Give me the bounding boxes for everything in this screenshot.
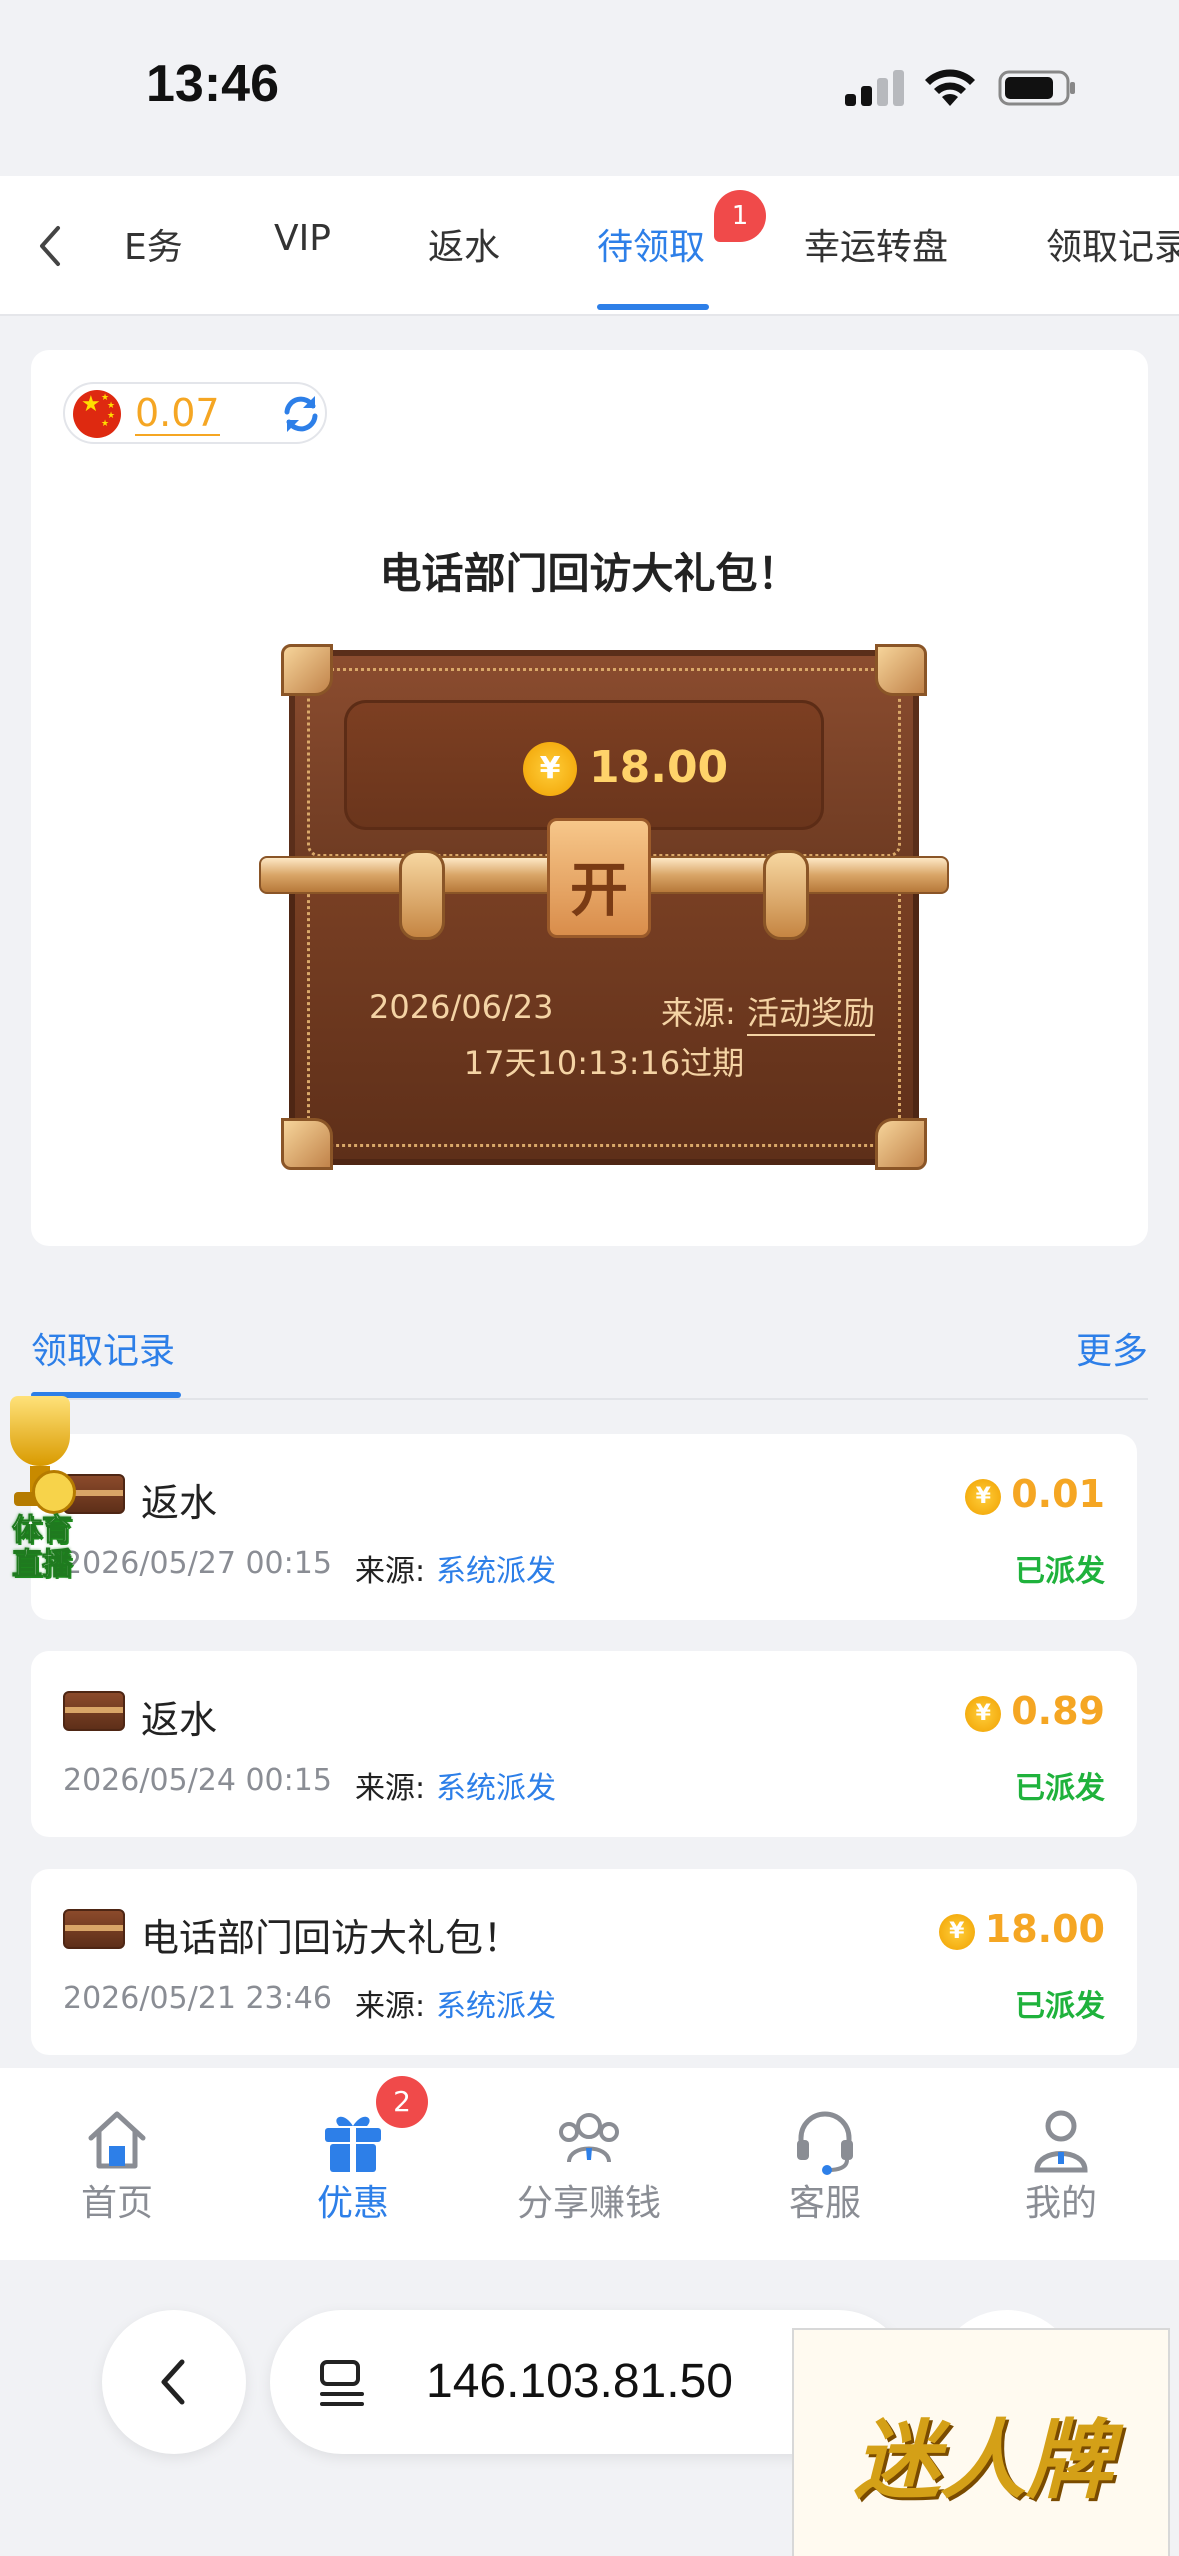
- treasure-chest[interactable]: ¥ 18.00 开 2026/06/23 来源: 活动奖励 17天10:13:1…: [259, 644, 949, 1170]
- record-status: 已派发: [1015, 1989, 1105, 2024]
- battery-icon: [998, 70, 1075, 106]
- home-icon: [88, 2111, 146, 2169]
- record-item[interactable]: 返水 ¥0.89 2026/05/24 00:15 来源: 系统派发 已派发: [31, 1651, 1137, 1837]
- url-text: 146.103.81.50: [426, 2355, 733, 2408]
- record-amount: ¥18.00: [938, 1907, 1105, 1951]
- chest-icon: [63, 1909, 125, 1949]
- tab-pending-badge: 1: [714, 190, 766, 242]
- status-bar: 13:46: [0, 0, 1179, 176]
- record-item[interactable]: 返水 ¥0.01 2026/05/27 00:15 来源: 系统派发 已派发: [31, 1434, 1137, 1620]
- chest-latch-right: [763, 850, 809, 940]
- gift-title: 电话部门回访大礼包！: [379, 549, 800, 598]
- tab-pending[interactable]: 待领取: [597, 218, 705, 270]
- gift-source[interactable]: 活动奖励: [747, 988, 876, 1036]
- balance-pill[interactable]: ★ ★ ★ ★ ★ 0.07: [63, 382, 327, 444]
- tab-vip[interactable]: VIP: [274, 218, 331, 259]
- open-label: 开: [569, 856, 628, 924]
- record-source-label: 来源:: [355, 1771, 426, 1806]
- record-amount: ¥0.89: [965, 1689, 1105, 1733]
- nav-profile[interactable]: 我的: [981, 2104, 1141, 2224]
- tab-claim-records[interactable]: 领取记录: [1046, 218, 1179, 270]
- record-status: 已派发: [1015, 1554, 1105, 1589]
- nav-profile-label: 我的: [1024, 2183, 1097, 2224]
- ball-icon: [32, 1470, 76, 1514]
- record-amount: ¥0.01: [965, 1472, 1105, 1516]
- watermark-logo: 迷人牌: [792, 2328, 1170, 2556]
- page-menu-icon: [320, 2360, 364, 2406]
- nav-home-label: 首页: [80, 2183, 153, 2224]
- chest-corner: [281, 1118, 333, 1170]
- wifi-icon: [925, 69, 975, 106]
- open-button[interactable]: 开: [547, 818, 651, 938]
- record-title: 返水: [141, 1481, 218, 1525]
- nav-customer-service[interactable]: 客服: [745, 2104, 905, 2224]
- record-date: 2026/05/27 00:15: [63, 1546, 332, 1581]
- yuan-coin-icon: ¥: [965, 1696, 1002, 1732]
- record-date: 2026/05/24 00:15: [63, 1763, 332, 1798]
- record-source: 系统派发: [436, 1554, 556, 1589]
- yuan-coin-icon: ¥: [965, 1479, 1002, 1515]
- nav-promotions-label: 优惠: [316, 2183, 389, 2224]
- yuan-coin-icon: ¥: [938, 1914, 975, 1950]
- tab-bar: E务 VIP 返水 待领取 1 幸运转盘 领取记录: [0, 176, 1179, 316]
- record-title: 返水: [141, 1698, 218, 1742]
- profile-icon: [1034, 2110, 1088, 2173]
- record-date: 2026/05/21 23:46: [63, 1981, 332, 2016]
- record-source-label: 来源:: [355, 1554, 426, 1589]
- record-item[interactable]: 电话部门回访大礼包！ ¥18.00 2026/05/21 23:46 来源: 系…: [31, 1869, 1137, 2055]
- gift-date: 2026/06/23: [369, 988, 554, 1026]
- gift-source-label: 来源:: [661, 994, 736, 1032]
- record-source: 系统派发: [436, 1771, 556, 1806]
- china-flag-icon: ★ ★ ★ ★ ★: [73, 390, 121, 438]
- nav-promotions-badge: 2: [376, 2076, 428, 2128]
- sports-live-label: 体育 直播: [12, 1513, 73, 1582]
- nav-customer-service-label: 客服: [788, 2183, 861, 2224]
- gift-amount: 18.00: [589, 742, 729, 793]
- balance-value: 0.07: [135, 391, 220, 436]
- chevron-left-icon: [161, 2359, 185, 2405]
- nav-share-earn-label: 分享赚钱: [516, 2183, 661, 2224]
- status-time: 13:46: [146, 55, 279, 113]
- headset-icon: [797, 2111, 853, 2175]
- gift-icon: [325, 2116, 381, 2172]
- record-source: 系统派发: [436, 1989, 556, 2024]
- sports-live-float-button[interactable]: 体育 直播: [0, 1396, 84, 1592]
- nav-share-earn[interactable]: 分享赚钱: [509, 2104, 669, 2224]
- gift-card: ★ ★ ★ ★ ★ 0.07 电话部门回访大礼包！ ¥ 18.00 开 2026…: [31, 350, 1148, 1246]
- share-users-icon: [559, 2113, 619, 2163]
- chest-latch-left: [399, 850, 445, 940]
- bottom-nav: 首页 优惠 分享赚钱 客服 我的: [0, 2068, 1179, 2260]
- tab-active-indicator: [597, 304, 709, 310]
- refresh-icon[interactable]: [279, 392, 323, 436]
- gift-expire: 17天10:13:16过期: [463, 1044, 745, 1082]
- tab-lucky-wheel[interactable]: 幸运转盘: [804, 218, 948, 270]
- chest-corner: [875, 644, 927, 696]
- tab-tasks[interactable]: E务: [124, 218, 183, 270]
- trophy-icon: [10, 1396, 70, 1466]
- chest-amount-plaque: [344, 700, 824, 830]
- chest-icon: [63, 1691, 125, 1731]
- chest-corner: [281, 644, 333, 696]
- watermark-text: 迷人牌: [854, 2411, 1112, 2511]
- records-title[interactable]: 领取记录: [31, 1322, 175, 1374]
- nav-home[interactable]: 首页: [37, 2104, 197, 2224]
- records-more-link[interactable]: 更多: [1076, 1322, 1148, 1374]
- record-source-label: 来源:: [355, 1989, 426, 2024]
- record-status: 已派发: [1015, 1771, 1105, 1806]
- tab-rebate[interactable]: 返水: [428, 218, 500, 270]
- chest-corner: [875, 1118, 927, 1170]
- chevron-left-icon[interactable]: [30, 216, 70, 276]
- browser-back-button[interactable]: [102, 2310, 246, 2454]
- divider: [31, 1398, 1148, 1400]
- record-title: 电话部门回访大礼包！: [141, 1916, 522, 1960]
- signal-icon: [845, 70, 905, 106]
- yuan-coin-icon: ¥: [523, 742, 577, 796]
